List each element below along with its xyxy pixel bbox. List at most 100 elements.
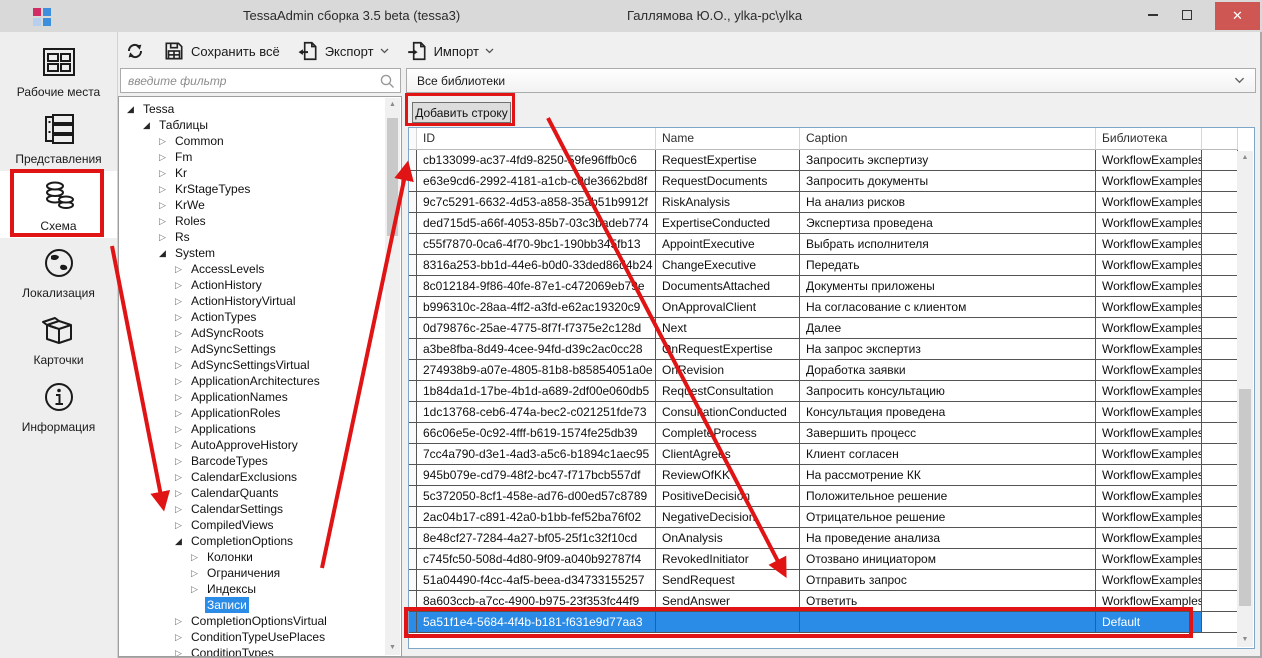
tree-item[interactable]: ▷CompiledViews — [119, 517, 384, 533]
tree-item[interactable]: ▷AdSyncSettings — [119, 341, 384, 357]
maximize-button[interactable] — [1170, 0, 1204, 30]
table-row[interactable]: 274938b9-a07e-4805-81b8-b85854051a0eOnRe… — [409, 360, 1254, 381]
tree-scrollbar[interactable]: ▲ ▼ — [385, 98, 400, 655]
tree-expander-icon[interactable]: ▷ — [159, 149, 173, 165]
import-button[interactable]: Импорт — [404, 38, 496, 64]
tree-item[interactable]: ▷ApplicationRoles — [119, 405, 384, 421]
library-dropdown[interactable]: Все библиотеки — [406, 68, 1256, 93]
tree-expander-icon[interactable]: ▷ — [175, 485, 189, 501]
tree-item[interactable]: ▷CalendarExclusions — [119, 469, 384, 485]
tree-item[interactable]: ◢CompletionOptions — [119, 533, 384, 549]
tree-expander-icon[interactable]: ▷ — [159, 181, 173, 197]
tree-expander-icon[interactable]: ◢ — [127, 101, 141, 117]
tree-item[interactable]: ▷Common — [119, 133, 384, 149]
tree-item[interactable]: ▷ActionTypes — [119, 309, 384, 325]
tree-item[interactable]: ▷ConditionTypeUsePlaces — [119, 629, 384, 645]
refresh-button[interactable] — [122, 38, 148, 64]
tree-item[interactable]: ▷CalendarSettings — [119, 501, 384, 517]
tree-item[interactable]: ▷ApplicationNames — [119, 389, 384, 405]
tree-expander-icon[interactable]: ▷ — [175, 421, 189, 437]
tree-item[interactable]: ▷CalendarQuants — [119, 485, 384, 501]
tree-item[interactable]: ▷BarcodeTypes — [119, 453, 384, 469]
table-row[interactable]: 51a04490-f4cc-4af5-beea-d34733155257Send… — [409, 570, 1254, 591]
tree-expander-icon[interactable]: ▷ — [175, 629, 189, 645]
sidebar-item-views[interactable]: Представления — [0, 104, 117, 171]
tree-expander-icon[interactable]: ▷ — [159, 213, 173, 229]
tree-item[interactable]: ▷CompletionOptionsVirtual — [119, 613, 384, 629]
table-row[interactable]: c745fc50-508d-4d80-9f09-a040b92787f4Revo… — [409, 549, 1254, 570]
tree-item[interactable]: ▷AdSyncRoots — [119, 325, 384, 341]
table-row[interactable]: 8c012184-9f86-40fe-87e1-c472069eb79eDocu… — [409, 276, 1254, 297]
tree-item[interactable]: ▷ConditionTypes — [119, 645, 384, 656]
tree-item[interactable]: ▷KrWe — [119, 197, 384, 213]
tree-item[interactable]: ◢Таблицы — [119, 117, 384, 133]
tree-item[interactable]: ▷Rs — [119, 229, 384, 245]
tree-expander-icon[interactable]: ▷ — [175, 501, 189, 517]
tree-item[interactable]: ▷ActionHistory — [119, 277, 384, 293]
tree-item[interactable]: ▷AutoApproveHistory — [119, 437, 384, 453]
table-row[interactable]: 1b84da1d-17be-4b1d-a689-2df00e060db5Requ… — [409, 381, 1254, 402]
tree-item[interactable]: ▷Индексы — [119, 581, 384, 597]
tree-expander-icon[interactable]: ▷ — [175, 261, 189, 277]
table-row[interactable]: 9c7c5291-6632-4d53-a858-35ab51b9912fRisk… — [409, 192, 1254, 213]
tree-item[interactable]: ▷KrStageTypes — [119, 181, 384, 197]
tree-expander-icon[interactable]: ▷ — [175, 405, 189, 421]
tree-expander-icon[interactable]: ▷ — [175, 645, 189, 656]
scroll-down-icon[interactable]: ▼ — [385, 641, 400, 655]
table-row[interactable]: 0d79876c-25ae-4775-8f7f-f7375e2c128dNext… — [409, 318, 1254, 339]
tree-expander-icon[interactable]: ▷ — [175, 357, 189, 373]
tree-expander-icon[interactable]: ▷ — [191, 581, 205, 597]
tree-expander-icon[interactable]: ▷ — [175, 277, 189, 293]
table-row[interactable]: b996310c-28aa-4ff2-a3fd-e62ac19320c9OnAp… — [409, 297, 1254, 318]
tree-item[interactable]: ◢System — [119, 245, 384, 261]
tree-expander-icon[interactable]: ▷ — [191, 565, 205, 581]
tree-expander-icon[interactable]: ▷ — [175, 309, 189, 325]
table-row[interactable]: 8e48cf27-7284-4a27-bf05-25f1c32f10cdOnAn… — [409, 528, 1254, 549]
tree-item[interactable]: ▷Roles — [119, 213, 384, 229]
table-row[interactable]: 8a603ccb-a7cc-4900-b975-23f353fc44f9Send… — [409, 591, 1254, 612]
tree-expander-icon[interactable]: ▷ — [175, 453, 189, 469]
tree-expander-icon[interactable]: ▷ — [159, 165, 173, 181]
tree-expander-icon[interactable]: ▷ — [175, 437, 189, 453]
tree-expander-icon[interactable]: ▷ — [159, 133, 173, 149]
tree-expander-icon[interactable]: ▷ — [159, 229, 173, 245]
sidebar-item-localization[interactable]: Локализация — [0, 238, 117, 305]
tree-item[interactable]: Записи — [119, 597, 384, 613]
tree-expander-icon[interactable]: ◢ — [143, 117, 157, 133]
column-header-name[interactable]: Name — [656, 128, 800, 150]
tree-expander-icon[interactable]: ▷ — [175, 469, 189, 485]
table-row[interactable]: ded715d5-a66f-4053-85b7-03c3badeb774Expe… — [409, 213, 1254, 234]
tree-expander-icon[interactable]: ◢ — [175, 533, 189, 549]
sidebar-item-workspaces[interactable]: Рабочие места — [0, 37, 117, 104]
tree-item[interactable]: ▷AdSyncSettingsVirtual — [119, 357, 384, 373]
tree-expander-icon[interactable]: ▷ — [175, 517, 189, 533]
column-header-caption[interactable]: Caption — [800, 128, 1096, 150]
tree-expander-icon[interactable]: ▷ — [175, 341, 189, 357]
grid-scrollbar-thumb[interactable] — [1239, 389, 1251, 606]
tree-expander-icon[interactable]: ▷ — [175, 613, 189, 629]
table-row[interactable]: 2ac04b17-c891-42a0-b1bb-fef52ba76f02Nega… — [409, 507, 1254, 528]
tree-expander-icon[interactable]: ▷ — [175, 293, 189, 309]
minimize-button[interactable] — [1136, 0, 1170, 30]
add-row-button[interactable]: Добавить строку — [412, 102, 511, 123]
filter-input[interactable] — [120, 68, 401, 93]
tree-item[interactable]: ▷Fm — [119, 149, 384, 165]
table-row[interactable]: 945b079e-cd79-48f2-bc47-f717bcb557dfRevi… — [409, 465, 1254, 486]
tree-item[interactable]: ▷Ограничения — [119, 565, 384, 581]
export-button[interactable]: Экспорт — [295, 38, 391, 64]
sidebar-item-cards[interactable]: Карточки — [0, 305, 117, 372]
tree-item[interactable]: ▷Kr — [119, 165, 384, 181]
tree-item[interactable]: ▷Колонки — [119, 549, 384, 565]
tree-expander-icon[interactable]: ▷ — [191, 549, 205, 565]
tree-expander-icon[interactable]: ◢ — [159, 245, 173, 261]
scroll-down-icon[interactable]: ▼ — [1237, 633, 1253, 647]
tree-expander-icon[interactable]: ▷ — [175, 389, 189, 405]
save-all-button[interactable]: Сохранить всё — [161, 38, 282, 64]
table-row[interactable]: 5c372050-8cf1-458e-ad76-d00ed57c8789Posi… — [409, 486, 1254, 507]
table-row[interactable]: 5a51f1e4-5684-4f4b-b181-f631e9d77aa3Defa… — [409, 612, 1254, 633]
scroll-up-icon[interactable]: ▲ — [385, 98, 400, 112]
table-row[interactable]: 8316a253-bb1d-44e6-b0d0-33ded86d4b24Chan… — [409, 255, 1254, 276]
table-row[interactable]: cb133099-ac37-4fd9-8250-59fe96ffb0c6Requ… — [409, 150, 1254, 171]
column-header-library[interactable]: Библиотека — [1096, 128, 1202, 150]
sidebar-item-information[interactable]: Информация — [0, 372, 117, 439]
